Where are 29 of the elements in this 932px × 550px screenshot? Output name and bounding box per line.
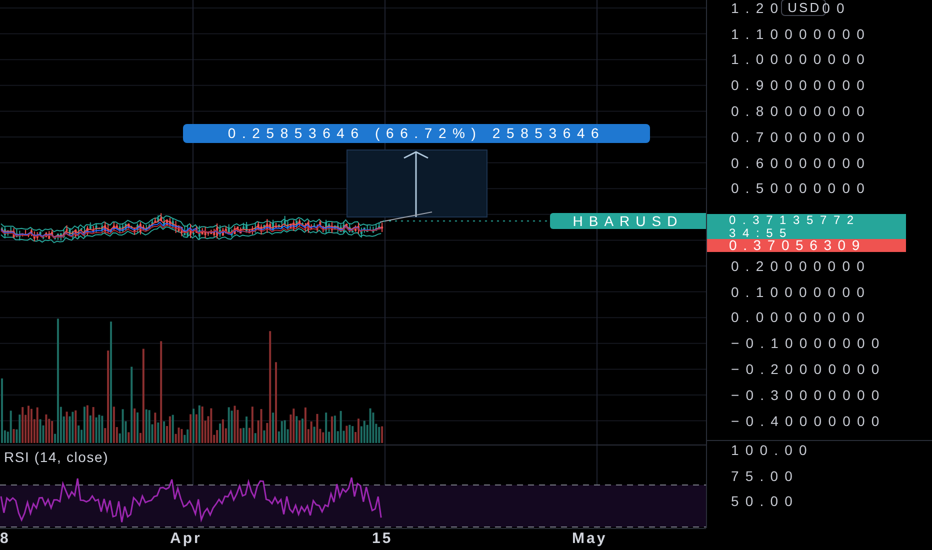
axis-label: −0.40000000 xyxy=(731,412,886,429)
axis-label: −0.10000000 xyxy=(731,335,886,352)
axis-label: 1.00000000 xyxy=(731,51,871,68)
axis-label: 0.70000000 xyxy=(731,128,871,145)
time-label: 8 xyxy=(0,530,10,547)
axis-label: 0.80000000 xyxy=(731,103,871,120)
axis-label: 0.50000000 xyxy=(731,180,871,196)
measure-label: 0.25853646 (66.72%) 25853646 xyxy=(183,124,650,143)
time-label: 15 xyxy=(372,530,393,547)
axis-label: 50.00 xyxy=(731,493,800,510)
measure-arrow xyxy=(404,151,428,217)
axis-label: 1.10000000 xyxy=(731,26,871,42)
price-label: 0.37056309 xyxy=(707,239,906,252)
axis-label: 75.00 xyxy=(731,468,800,484)
time-label: Apr xyxy=(170,530,202,547)
axis-label: 0.60000000 xyxy=(731,154,871,171)
axis-label: 0.90000000 xyxy=(731,77,871,94)
symbol-label: HBARUSD xyxy=(550,213,706,229)
countdown: 34:55 xyxy=(729,226,794,240)
axis-label: 0.10000000 xyxy=(731,284,871,300)
trend-line xyxy=(380,212,432,222)
price-value: 0.37135772 xyxy=(729,214,862,227)
rsi-title: RSI (14, close) xyxy=(4,449,109,465)
axis-label: −0.30000000 xyxy=(731,386,886,403)
axis-label: −0.20000000 xyxy=(731,361,886,378)
axis-label: 100.00 xyxy=(731,442,814,458)
axis-label: 0.00000000 xyxy=(731,309,871,326)
axis-label: 0.20000000 xyxy=(731,258,871,274)
time-label: May xyxy=(572,530,608,547)
